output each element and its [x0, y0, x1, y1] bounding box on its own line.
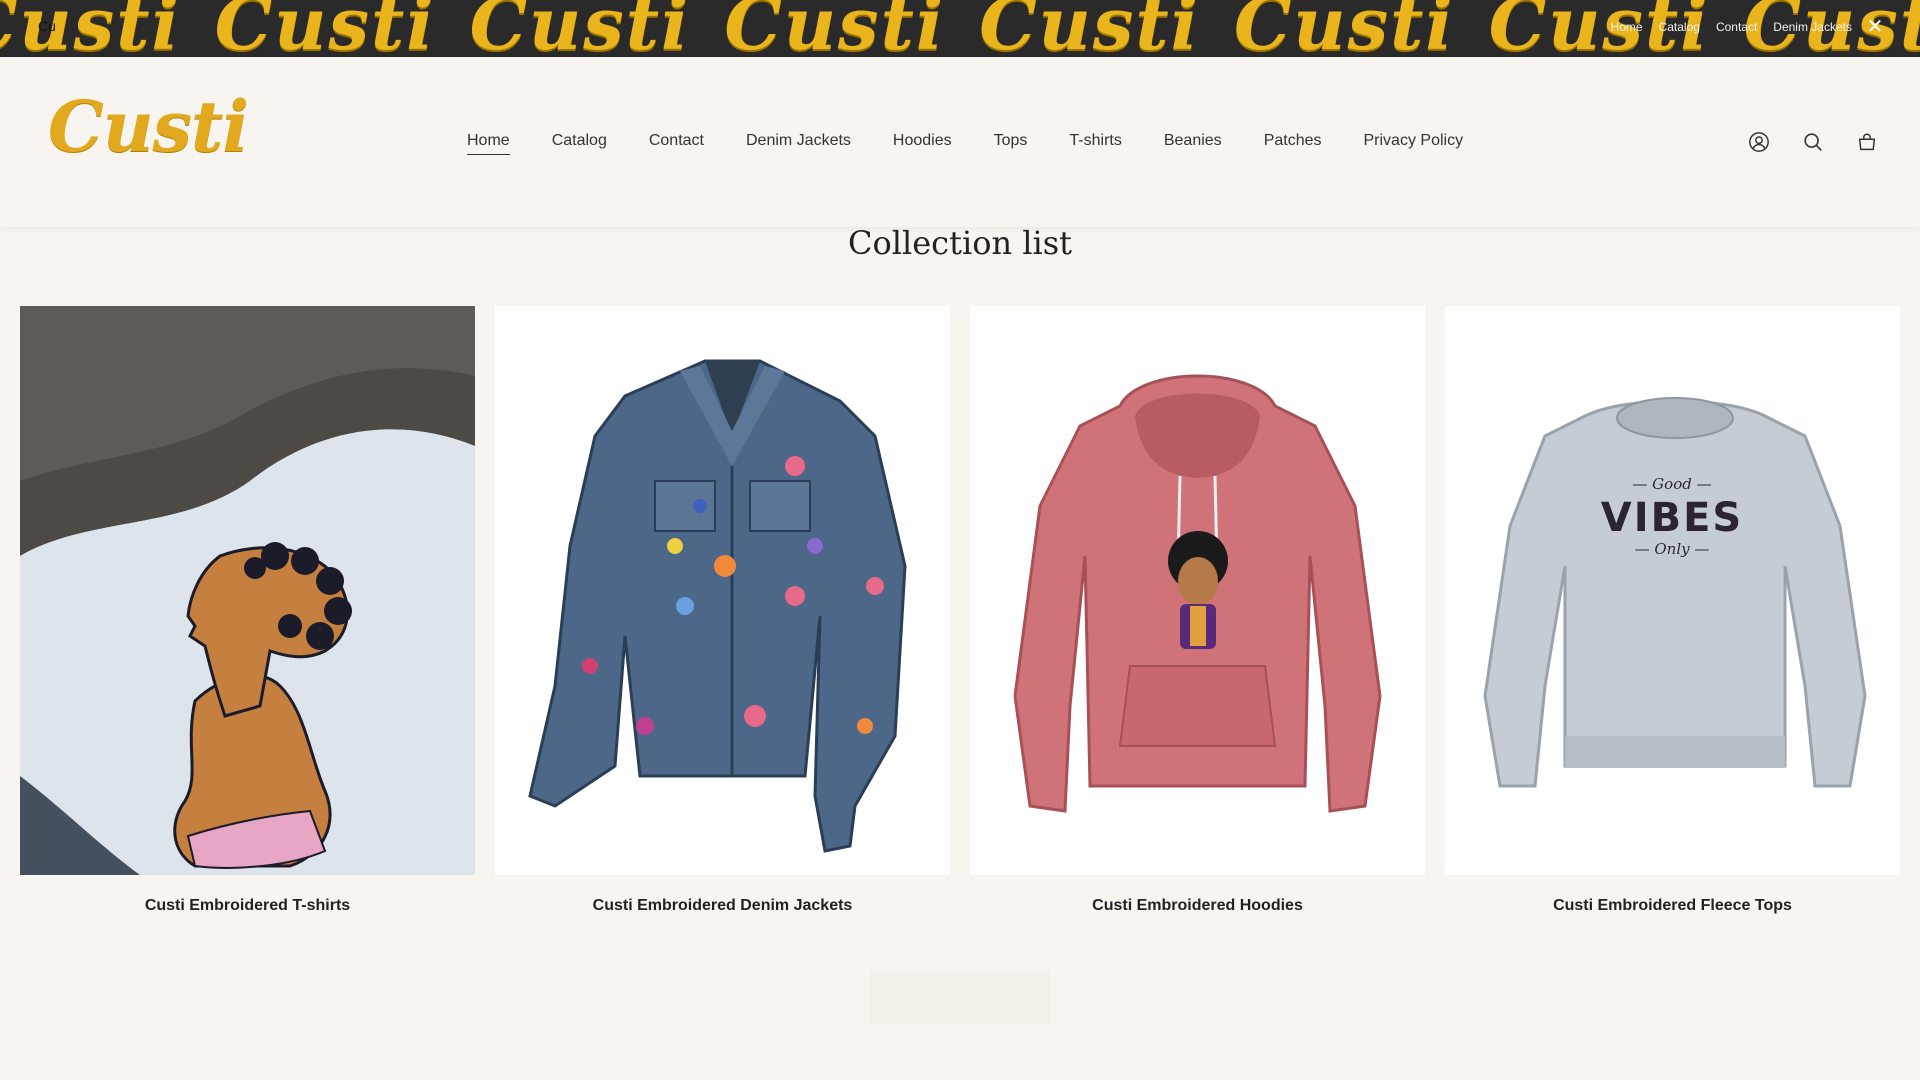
svg-text:— Only —: — Only — — [1635, 540, 1710, 558]
collection-title[interactable]: Custi Embroidered T-shirts — [20, 897, 475, 915]
nav-privacy-policy[interactable]: Privacy Policy — [1364, 132, 1464, 155]
collection-title[interactable]: Custi Embroidered Hoodies — [970, 897, 1425, 915]
close-icon[interactable]: ✕ — [1864, 15, 1886, 37]
announcement-bar: CustiCustiCustiCustiCustiCustiCustiCusti… — [0, 0, 1920, 57]
nav-contact[interactable]: Contact — [649, 132, 704, 155]
svg-text:— Good —: — Good — — [1632, 475, 1711, 493]
announcement-left-text: Cu — [38, 18, 56, 34]
search-icon[interactable] — [1800, 129, 1826, 155]
collection-title[interactable]: Custi Embroidered Fleece Tops — [1445, 897, 1900, 915]
nav-catalog[interactable]: Catalog — [552, 132, 607, 155]
mini-nav-home[interactable]: Home — [1611, 20, 1643, 34]
mini-nav-catalog[interactable]: Catalog — [1659, 20, 1700, 34]
nav-tops[interactable]: Tops — [994, 132, 1028, 155]
announcement-mini-nav: Home Catalog Contact Denim Jackets — [1611, 20, 1852, 34]
collection-image[interactable] — [495, 306, 950, 875]
logo[interactable]: Custi — [48, 92, 249, 162]
pattern-word: Custi — [1233, 0, 1455, 57]
collection-title[interactable]: Custi Embroidered Denim Jackets — [495, 897, 950, 915]
nav-hoodies[interactable]: Hoodies — [893, 132, 952, 155]
pattern-word: Custi — [0, 0, 181, 57]
cart-icon[interactable] — [1854, 129, 1880, 155]
nav-t-shirts[interactable]: T-shirts — [1069, 132, 1121, 155]
nav-patches[interactable]: Patches — [1264, 132, 1322, 155]
section-title: Collection list — [848, 224, 1072, 262]
collection-image[interactable] — [20, 306, 475, 875]
mini-nav-denim-jackets[interactable]: Denim Jackets — [1773, 20, 1852, 34]
collection-card-hoodies[interactable]: Custi Embroidered Hoodies — [970, 306, 1425, 915]
main-nav: Home Catalog Contact Denim Jackets Hoodi… — [467, 132, 1505, 155]
nav-beanies[interactable]: Beanies — [1164, 132, 1222, 155]
collection-card-tshirts[interactable]: Custi Embroidered T-shirts — [20, 306, 475, 915]
pattern-word: Custi — [469, 0, 691, 57]
nav-denim-jackets[interactable]: Denim Jackets — [746, 132, 851, 155]
site-header: Custi Home Catalog Contact Denim Jackets… — [0, 57, 1920, 227]
collection-grid: Custi Embroidered T-shirts Custi Embroid… — [20, 306, 1900, 915]
pattern-word: Custi — [979, 0, 1200, 57]
collection-image[interactable] — [970, 306, 1425, 875]
svg-text:VIBES: VIBES — [1601, 495, 1743, 541]
view-all-button[interactable]: View all — [870, 972, 1050, 1024]
collection-image[interactable]: — Good — VIBES — Only — — [1445, 306, 1900, 875]
account-icon[interactable] — [1746, 129, 1772, 155]
pattern-word: Custi — [724, 0, 946, 57]
nav-home[interactable]: Home — [467, 132, 510, 155]
collection-card-fleece-tops[interactable]: — Good — VIBES — Only — Custi Embroidere… — [1445, 306, 1900, 915]
header-icons — [1746, 129, 1880, 155]
collection-card-denim-jackets[interactable]: Custi Embroidered Denim Jackets — [495, 306, 950, 915]
pattern-word: Custi — [214, 0, 436, 57]
mini-nav-contact[interactable]: Contact — [1716, 20, 1757, 34]
